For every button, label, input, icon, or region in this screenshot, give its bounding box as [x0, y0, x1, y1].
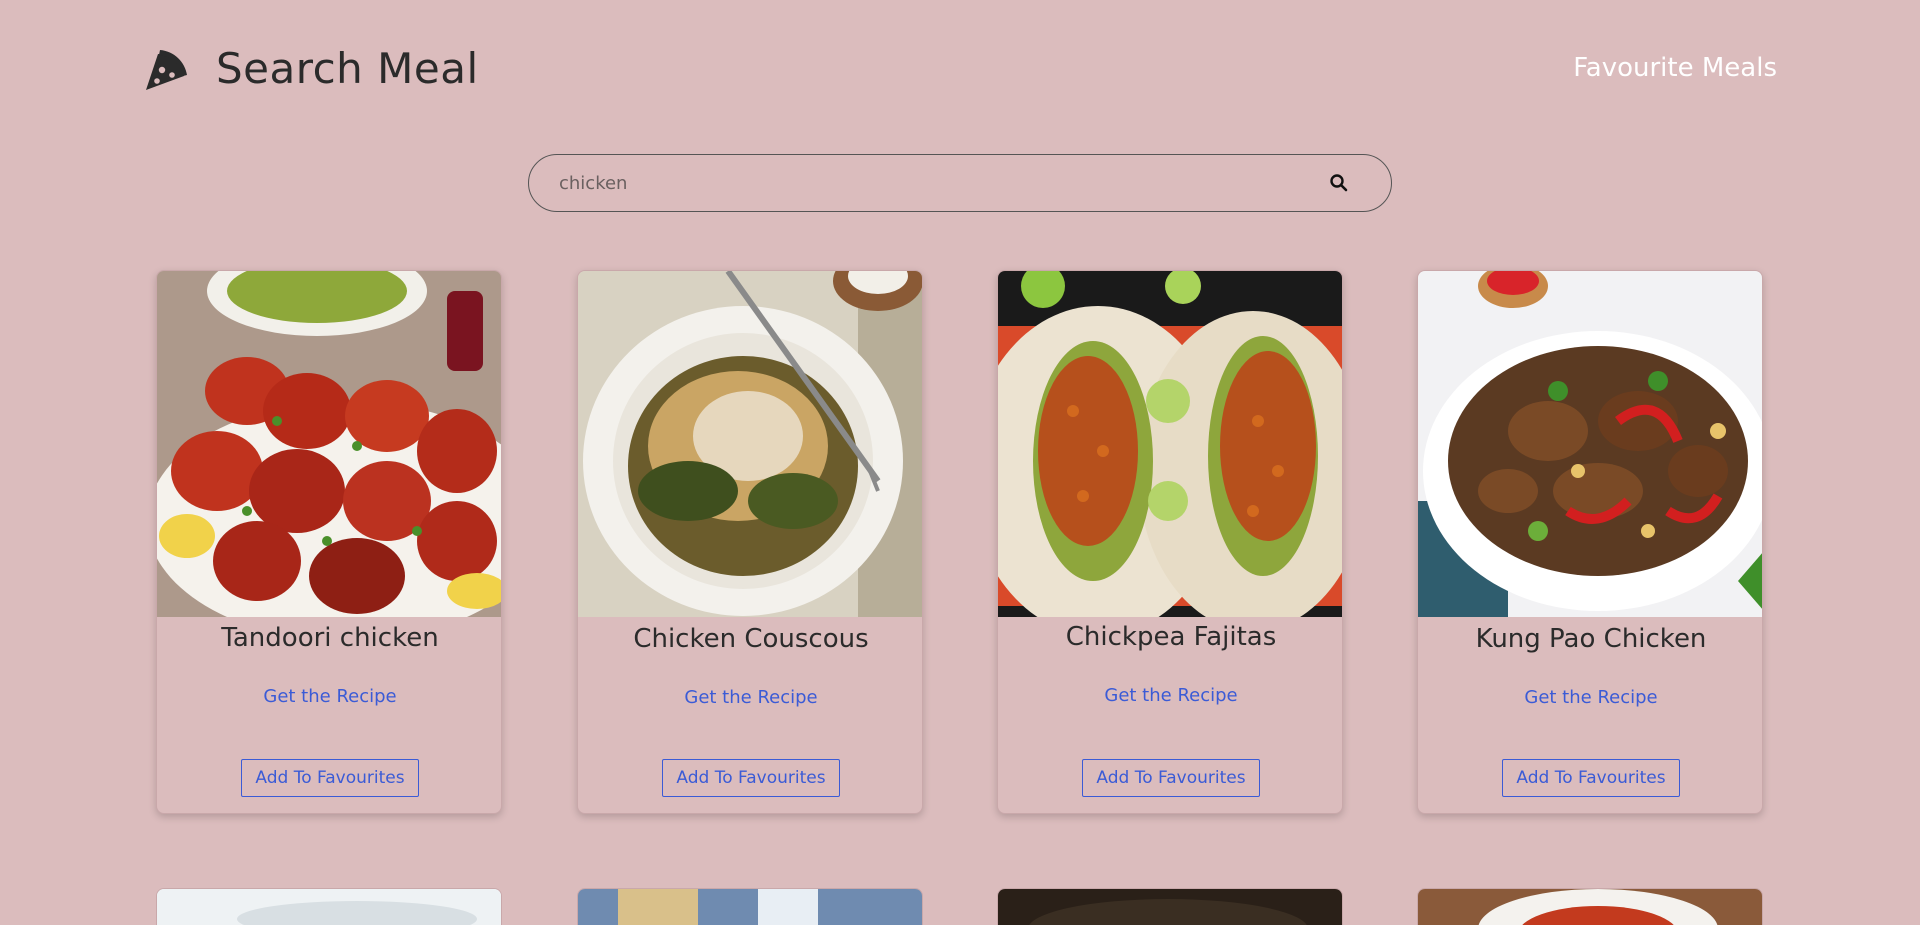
meal-card-partial	[1417, 888, 1763, 925]
favourite-meals-link[interactable]: Favourite Meals	[1573, 53, 1777, 83]
meal-image	[998, 271, 1342, 617]
meal-title: Kung Pao Chicken	[1475, 624, 1707, 654]
search-input[interactable]	[559, 155, 1319, 211]
meal-card: Chickpea Fajitas Get the Recipe Add To F…	[997, 270, 1343, 814]
meal-image	[157, 889, 501, 925]
get-recipe-link[interactable]: Get the Recipe	[998, 685, 1342, 706]
meal-image	[998, 889, 1342, 925]
meal-card-partial	[577, 888, 923, 925]
meal-image	[578, 271, 922, 617]
get-recipe-link[interactable]: Get the Recipe	[157, 686, 501, 707]
add-to-favourites-button[interactable]: Add To Favourites	[662, 759, 840, 797]
meal-image	[1418, 271, 1762, 617]
get-recipe-link[interactable]: Get the Recipe	[578, 687, 922, 708]
meal-card: Chicken Couscous Get the Recipe Add To F…	[577, 270, 923, 814]
add-to-favourites-button[interactable]: Add To Favourites	[1082, 759, 1260, 797]
search-bar	[528, 154, 1392, 212]
header: Search Meal Favourite Meals	[0, 0, 1920, 140]
meal-title: Chickpea Fajitas	[1065, 622, 1277, 652]
meal-card: Tandoori chicken Get the Recipe Add To F…	[156, 270, 502, 814]
meal-image	[578, 889, 922, 925]
search-button[interactable]	[1327, 171, 1351, 195]
search-icon	[1330, 174, 1348, 192]
meal-card-partial	[156, 888, 502, 925]
meal-card: Kung Pao Chicken Get the Recipe Add To F…	[1417, 270, 1763, 814]
get-recipe-link[interactable]: Get the Recipe	[1418, 687, 1762, 708]
meal-image	[157, 271, 501, 617]
meal-title: Tandoori chicken	[221, 623, 439, 653]
pizza-slice-icon[interactable]	[140, 48, 188, 92]
add-to-favourites-button[interactable]: Add To Favourites	[241, 759, 419, 797]
site-title: Search Meal	[216, 44, 479, 93]
meal-card-partial	[997, 888, 1343, 925]
meal-title: Chicken Couscous	[633, 624, 869, 654]
add-to-favourites-button[interactable]: Add To Favourites	[1502, 759, 1680, 797]
meal-image	[1418, 889, 1762, 925]
